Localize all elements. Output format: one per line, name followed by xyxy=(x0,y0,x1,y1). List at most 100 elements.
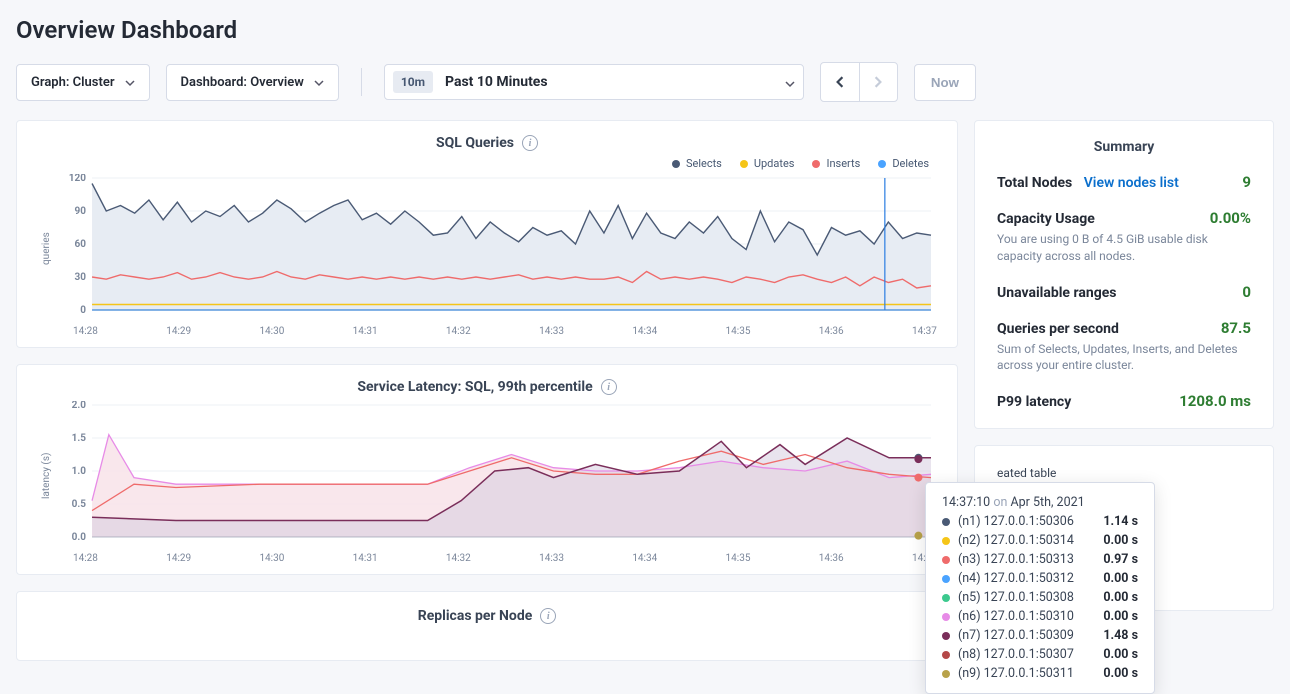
page-title: Overview Dashboard xyxy=(16,16,1274,44)
series-color-dot xyxy=(942,651,950,659)
time-range-picker[interactable]: 10m Past 10 Minutes xyxy=(384,64,804,100)
chart-tooltip: 14:37:10 on Apr 5th, 2021 (n1) 127.0.0.1… xyxy=(925,482,1155,694)
legend-item[interactable]: Selects xyxy=(672,157,722,170)
y-axis-label: latency (s) xyxy=(37,401,56,551)
chart-legend: Selects Updates Inserts Deletes xyxy=(37,157,937,170)
svg-text:0.0: 0.0 xyxy=(72,532,87,543)
tooltip-time: 14:37:10 xyxy=(942,495,990,510)
svg-text:120: 120 xyxy=(69,174,86,184)
tooltip-row: (n1) 127.0.0.1:50306 1.14 s xyxy=(942,514,1138,529)
time-pager xyxy=(820,62,898,102)
series-color-dot xyxy=(942,518,950,526)
dashboard-dropdown[interactable]: Dashboard: Overview xyxy=(166,64,339,101)
tooltip-series-value: 0.97 s xyxy=(1103,552,1138,567)
controls-row: Graph: Cluster Dashboard: Overview 10m P… xyxy=(16,62,1274,102)
chart-title: Replicas per Node xyxy=(418,608,533,624)
chevron-left-icon xyxy=(834,76,846,88)
graph-dropdown[interactable]: Graph: Cluster xyxy=(16,64,150,101)
series-color-dot xyxy=(942,613,950,621)
svg-text:1.0: 1.0 xyxy=(72,466,87,477)
tooltip-row: (n4) 127.0.0.1:50312 0.00 s xyxy=(942,571,1138,586)
tooltip-series-name: (n7) 127.0.0.1:50309 xyxy=(958,628,1095,643)
tooltip-series-name: (n4) 127.0.0.1:50312 xyxy=(958,571,1095,586)
metric-label: Total Nodes xyxy=(997,175,1072,191)
tooltip-series-value: 0.00 s xyxy=(1103,533,1138,548)
series-color-dot xyxy=(942,632,950,640)
metric-capacity: Capacity Usage 0.00% You are using 0 B o… xyxy=(997,209,1251,265)
svg-text:2.0: 2.0 xyxy=(72,401,87,411)
metric-value: 1208.0 ms xyxy=(1179,392,1251,410)
chart-area[interactable]: 0.0 0.5 1.0 1.5 2.0 xyxy=(56,401,937,551)
x-axis-ticks: 14:2814:2914:3014:3114:3214:3314:3414:35… xyxy=(37,551,937,564)
legend-item[interactable]: Inserts xyxy=(812,157,860,170)
tooltip-series-value: 0.00 s xyxy=(1103,571,1138,586)
y-axis-label: queries xyxy=(37,174,56,324)
summary-title: Summary xyxy=(997,139,1251,155)
metric-p99: P99 latency 1208.0 ms xyxy=(997,392,1251,410)
tooltip-series-name: (n5) 127.0.0.1:50308 xyxy=(958,590,1095,605)
chevron-down-icon xyxy=(785,77,795,87)
chart-title: Service Latency: SQL, 99th percentile xyxy=(357,379,592,395)
tooltip-on: on xyxy=(993,495,1007,510)
dashboard-dropdown-label: Dashboard: Overview xyxy=(181,75,304,90)
metric-subtext: Sum of Selects, Updates, Inserts, and De… xyxy=(997,341,1251,375)
tooltip-series-name: (n6) 127.0.0.1:50310 xyxy=(958,609,1095,624)
metric-value: 9 xyxy=(1242,173,1251,191)
svg-text:90: 90 xyxy=(75,206,87,217)
service-latency-panel: Service Latency: SQL, 99th percentile i … xyxy=(16,364,958,575)
divider xyxy=(361,68,362,96)
metric-label: Queries per second xyxy=(997,321,1119,337)
series-color-dot xyxy=(942,594,950,602)
x-axis-ticks: 14:2814:2914:3014:3114:3214:3314:3414:35… xyxy=(37,324,937,337)
metric-value: 87.5 xyxy=(1221,319,1251,337)
time-badge: 10m xyxy=(393,71,433,93)
tooltip-row: (n5) 127.0.0.1:50308 0.00 s xyxy=(942,590,1138,605)
replicas-per-node-panel: Replicas per Node i xyxy=(16,591,958,661)
info-icon[interactable]: i xyxy=(601,379,617,395)
info-icon[interactable]: i xyxy=(522,135,538,151)
tooltip-series-value: 0.00 s xyxy=(1103,647,1138,662)
tooltip-series-value: 0.00 s xyxy=(1103,666,1138,681)
tooltip-date: Apr 5th, 2021 xyxy=(1010,495,1084,510)
series-color-dot xyxy=(942,670,950,678)
tooltip-row: (n8) 127.0.0.1:50307 0.00 s xyxy=(942,647,1138,662)
tooltip-series-value: 0.00 s xyxy=(1103,609,1138,624)
series-color-dot xyxy=(942,537,950,545)
metric-label: Capacity Usage xyxy=(997,211,1095,227)
metric-subtext: You are using 0 B of 4.5 GiB usable disk… xyxy=(997,231,1251,265)
time-range-label: Past 10 Minutes xyxy=(445,74,785,90)
svg-text:0.5: 0.5 xyxy=(72,499,87,510)
tooltip-series-name: (n8) 127.0.0.1:50307 xyxy=(958,647,1095,662)
svg-text:1.5: 1.5 xyxy=(72,433,87,444)
metric-value: 0 xyxy=(1242,283,1251,301)
now-button[interactable]: Now xyxy=(914,64,976,101)
chevron-down-icon xyxy=(125,77,135,87)
svg-text:0: 0 xyxy=(80,305,86,316)
chart-area[interactable]: 0306090120 xyxy=(56,174,937,324)
tooltip-series-value: 1.48 s xyxy=(1103,628,1138,643)
legend-item[interactable]: Deletes xyxy=(878,157,929,170)
tooltip-row: (n6) 127.0.0.1:50310 0.00 s xyxy=(942,609,1138,624)
tooltip-series-name: (n9) 127.0.0.1:50311 xyxy=(958,666,1095,681)
tooltip-row: (n2) 127.0.0.1:50314 0.00 s xyxy=(942,533,1138,548)
time-prev-button[interactable] xyxy=(821,63,859,101)
chevron-right-icon xyxy=(872,76,884,88)
chart-title: SQL Queries xyxy=(436,135,514,151)
metric-qps: Queries per second 87.5 Sum of Selects, … xyxy=(997,319,1251,375)
graph-dropdown-label: Graph: Cluster xyxy=(31,75,115,90)
metric-total-nodes: Total Nodes View nodes list 9 xyxy=(997,173,1251,191)
info-icon[interactable]: i xyxy=(540,608,556,624)
tooltip-series-value: 0.00 s xyxy=(1103,590,1138,605)
tooltip-row: (n9) 127.0.0.1:50311 0.00 s xyxy=(942,666,1138,681)
series-color-dot xyxy=(942,556,950,564)
legend-item[interactable]: Updates xyxy=(740,157,795,170)
series-color-dot xyxy=(942,575,950,583)
time-next-button[interactable] xyxy=(859,63,897,101)
sql-queries-panel: SQL Queries i Selects Updates Inserts Delet… xyxy=(16,120,958,348)
view-nodes-link[interactable]: View nodes list xyxy=(1084,175,1179,191)
tooltip-row: (n7) 127.0.0.1:50309 1.48 s xyxy=(942,628,1138,643)
tooltip-series-name: (n3) 127.0.0.1:50313 xyxy=(958,552,1095,567)
metric-value: 0.00% xyxy=(1210,209,1251,227)
svg-text:60: 60 xyxy=(75,239,87,250)
metric-unavailable-ranges: Unavailable ranges 0 xyxy=(997,283,1251,301)
